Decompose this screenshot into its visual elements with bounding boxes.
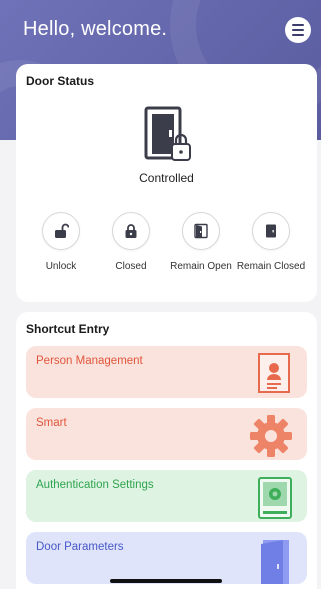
smart-tile[interactable]: Smart (26, 408, 307, 460)
door-parameters-label: Door Parameters (36, 541, 124, 553)
smart-label: Smart (36, 417, 67, 429)
door-lock-icon (144, 106, 191, 161)
remain-open-button[interactable]: Remain Open (166, 212, 236, 273)
door-status-card: Door Status Controlled Unlock Closed Rem… (16, 64, 317, 302)
home-indicator (110, 579, 222, 583)
remain-open-label: Remain Open (170, 261, 232, 272)
door-parameters-tile[interactable]: Door Parameters (26, 532, 307, 584)
authentication-settings-tile[interactable]: Authentication Settings (26, 470, 307, 522)
menu-icon (292, 24, 304, 26)
person-management-tile[interactable]: Person Management (26, 346, 307, 398)
remain-closed-button[interactable]: Remain Closed (236, 212, 306, 273)
closed-button[interactable]: Closed (96, 212, 166, 273)
closed-label: Closed (115, 261, 147, 272)
shortcut-entry-title: Shortcut Entry (26, 322, 110, 336)
person-card-icon (258, 353, 290, 393)
authentication-device-icon (258, 477, 292, 519)
door-closed-icon (266, 224, 276, 238)
remain-closed-label: Remain Closed (236, 261, 306, 272)
person-management-label: Person Management (36, 355, 143, 367)
door-icon (261, 540, 289, 584)
unlock-label: Unlock (45, 261, 77, 272)
menu-button[interactable] (285, 17, 311, 43)
door-status-title: Door Status (26, 74, 95, 88)
authentication-settings-label: Authentication Settings (36, 479, 154, 491)
door-state-text: Controlled (139, 171, 194, 185)
door-open-icon (194, 223, 208, 239)
gear-icon (250, 415, 292, 457)
lock-icon (125, 224, 137, 238)
unlock-icon (55, 223, 69, 238)
greeting-title: Hello, welcome. (23, 18, 168, 40)
unlock-button[interactable]: Unlock (26, 212, 96, 273)
shortcut-entry-card: Shortcut Entry Person Management Smart A… (16, 312, 317, 589)
